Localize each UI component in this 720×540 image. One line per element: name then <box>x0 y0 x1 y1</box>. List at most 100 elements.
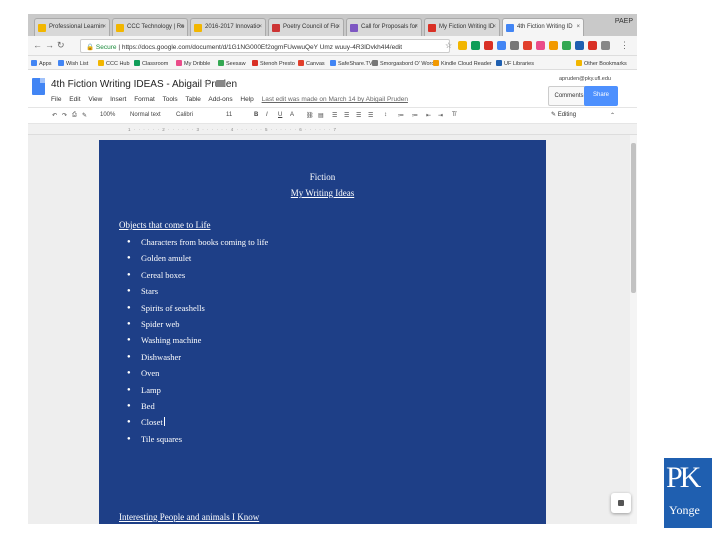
bookmark-seesaw[interactable]: Seesaw <box>218 60 246 67</box>
share-button[interactable]: Share <box>584 86 618 106</box>
bookmark-safeshare[interactable]: SafeShare.TV <box>330 60 373 67</box>
pk-yonge-logo: PK Yonge <box>664 458 712 528</box>
extension-icon[interactable] <box>575 41 584 50</box>
explore-button[interactable] <box>611 493 631 513</box>
extension-icon[interactable] <box>497 41 506 50</box>
user-email[interactable]: apruden@pky.ufl.edu <box>559 76 611 82</box>
line-spacing-icon[interactable]: ↕ <box>384 112 387 118</box>
tab-professional-learning[interactable]: Professional Learnin × <box>34 18 110 36</box>
extension-icon[interactable] <box>484 41 493 50</box>
link-icon[interactable]: ⛓ <box>306 112 314 119</box>
docs-logo-icon[interactable] <box>32 78 45 95</box>
italic-icon[interactable]: I <box>266 112 268 118</box>
extension-icon[interactable] <box>458 41 467 50</box>
zoom-select[interactable]: 100% <box>100 112 115 118</box>
bookmark-smorgasbord[interactable]: Smorgasbord O' Words <box>372 60 437 67</box>
font-select[interactable]: Calibri <box>176 112 193 118</box>
tab-favicon-icon <box>506 24 514 32</box>
bookmark-apps[interactable]: Apps <box>31 60 52 67</box>
close-icon[interactable]: × <box>180 24 184 30</box>
menu-table[interactable]: Table <box>185 96 201 103</box>
text-color-icon[interactable]: A <box>290 112 294 118</box>
tab-my-fiction-writing[interactable]: My Fiction Writing ID × <box>424 18 500 36</box>
bookmark-other[interactable]: Other Bookmarks <box>576 60 627 67</box>
bookmark-my-dribble[interactable]: My Dribble <box>176 60 210 67</box>
list-item: Bed <box>127 401 268 417</box>
comment-icon[interactable]: ▤ <box>318 112 324 119</box>
close-icon[interactable]: × <box>414 24 418 30</box>
bookmark-classroom[interactable]: Classroom <box>134 60 168 67</box>
tab-ccc-technology[interactable]: CCC Technology | Re × <box>112 18 188 36</box>
list-item: Stars <box>127 286 268 302</box>
tab-poetry-council[interactable]: Poetry Council of Flo × <box>268 18 344 36</box>
undo-icon[interactable]: ↶ <box>52 112 57 119</box>
menu-icon[interactable]: ⋮ <box>620 40 629 51</box>
bookmark-kindle[interactable]: Kindle Cloud Reader <box>433 60 492 67</box>
forward-icon[interactable]: → <box>45 40 54 50</box>
align-center-icon[interactable]: ☰ <box>344 112 349 119</box>
tab-favicon-icon <box>116 24 124 32</box>
vertical-scrollbar[interactable] <box>630 135 637 524</box>
extension-icon[interactable] <box>523 41 532 50</box>
url-input[interactable]: 🔒 Secure | https://docs.google.com/docum… <box>80 39 450 53</box>
clear-formatting-icon[interactable]: T̸ <box>452 112 456 118</box>
tab-4th-fiction-writing[interactable]: 4th Fiction Writing ID × <box>502 18 584 36</box>
bookmark-canvas[interactable]: Canvas <box>298 60 325 67</box>
decrease-indent-icon[interactable]: ⇤ <box>426 112 431 119</box>
bold-icon[interactable]: B <box>254 112 258 118</box>
bookmark-ccc-hub[interactable]: CCC Hub <box>98 60 130 67</box>
align-left-icon[interactable]: ☰ <box>332 112 337 119</box>
extension-icon[interactable] <box>549 41 558 50</box>
bookmark-uf-libraries[interactable]: UF Libraries <box>496 60 534 67</box>
menu-help[interactable]: Help <box>240 96 253 103</box>
menu-file[interactable]: File <box>51 96 61 103</box>
align-justify-icon[interactable]: ☰ <box>368 112 373 119</box>
extension-icon[interactable] <box>562 41 571 50</box>
menu-add-ons[interactable]: Add-ons <box>208 96 232 103</box>
menu-view[interactable]: View <box>88 96 102 103</box>
bookmarks-bar: Apps Wish List CCC Hub Classroom My Drib… <box>28 56 637 70</box>
extension-icon[interactable] <box>471 41 480 50</box>
tab-call-for-proposals[interactable]: Call for Proposals for × <box>346 18 422 36</box>
close-icon[interactable]: × <box>258 24 262 30</box>
paint-format-icon[interactable]: ✎ <box>82 112 87 119</box>
style-select[interactable]: Normal text <box>130 112 161 118</box>
document-page[interactable]: Fiction My Writing Ideas Objects that co… <box>99 140 546 524</box>
close-icon[interactable]: × <box>576 24 580 30</box>
formatting-toolbar: ↶ ↷ ⎙ ✎ 100% Normal text Calibri 11 B I … <box>28 107 637 124</box>
doc-heading: Fiction <box>309 172 336 182</box>
extension-icon[interactable] <box>510 41 519 50</box>
numbered-list-icon[interactable]: ≔ <box>398 112 404 119</box>
ruler[interactable]: 1 · · · · · · 2 · · · · · · 3 · · · · · … <box>28 124 637 135</box>
bookmark-wish-list[interactable]: Wish List <box>58 60 88 67</box>
last-edit-link[interactable]: Last edit was made on March 14 by Abigai… <box>262 96 408 103</box>
menu-tools[interactable]: Tools <box>162 96 177 103</box>
scrollbar-thumb[interactable] <box>631 143 636 293</box>
folder-icon[interactable] <box>216 80 225 87</box>
menu-format[interactable]: Format <box>134 96 155 103</box>
editing-mode-select[interactable]: ✎ Editing <box>551 111 576 118</box>
tab-innovation[interactable]: 2016-2017 Innovatio × <box>190 18 266 36</box>
redo-icon[interactable]: ↷ <box>62 112 67 119</box>
back-icon[interactable]: ← <box>33 40 42 50</box>
underline-icon[interactable]: U <box>278 112 282 118</box>
list-item: Dishwasher <box>127 352 268 368</box>
font-size-select[interactable]: 11 <box>226 112 232 118</box>
close-icon[interactable]: × <box>102 24 106 30</box>
menu-insert[interactable]: Insert <box>110 96 126 103</box>
extension-icon[interactable] <box>536 41 545 50</box>
close-icon[interactable]: × <box>492 24 496 30</box>
bookmark-stenoh-presto[interactable]: Stenoh Presto <box>252 60 295 67</box>
align-right-icon[interactable]: ☰ <box>356 112 361 119</box>
close-icon[interactable]: × <box>336 24 340 30</box>
increase-indent-icon[interactable]: ⇥ <box>438 112 443 119</box>
bookmark-star-icon[interactable]: ☆ <box>445 41 452 50</box>
bulleted-list-icon[interactable]: ≔ <box>412 112 418 119</box>
reload-icon[interactable]: ↻ <box>57 40 65 51</box>
print-icon[interactable]: ⎙ <box>72 112 77 119</box>
extension-icon[interactable] <box>588 41 597 50</box>
menu-edit[interactable]: Edit <box>69 96 80 103</box>
collapse-icon[interactable]: ⌃ <box>610 112 615 119</box>
star-icon[interactable]: ☆ <box>203 78 212 89</box>
extension-icon[interactable] <box>601 41 610 50</box>
